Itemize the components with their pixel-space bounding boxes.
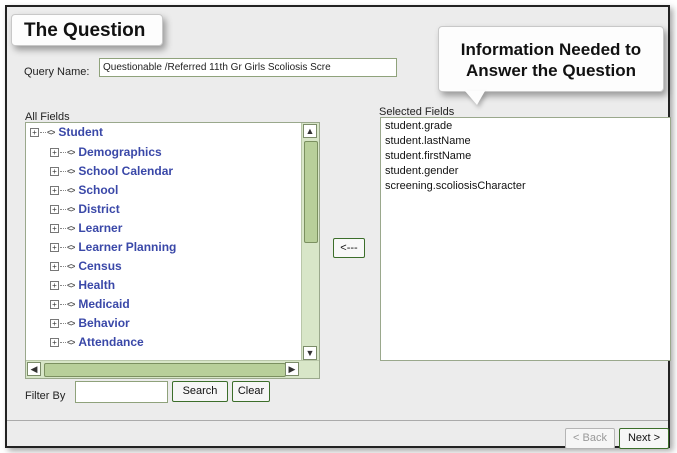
tree-node-label: Demographics — [78, 145, 162, 159]
tree-node-learner-planning[interactable]: + <> Learner Planning — [50, 238, 176, 257]
question-callout: The Question — [11, 14, 163, 46]
selected-field-item[interactable]: student.grade — [385, 119, 666, 134]
info-callout-line2: Answer the Question — [465, 61, 637, 80]
scroll-up-arrow-icon[interactable]: ▲ — [303, 124, 317, 138]
filter-input[interactable] — [75, 381, 168, 403]
field-group-icon: <> — [67, 243, 75, 253]
vertical-scroll-thumb[interactable] — [304, 141, 318, 243]
expand-icon[interactable]: + — [30, 128, 39, 138]
move-field-left-button[interactable]: <--- — [333, 238, 365, 258]
tree-node-student[interactable]: + <> Student — [30, 123, 103, 142]
tree-connector — [40, 132, 46, 134]
scroll-down-arrow-icon[interactable]: ▼ — [303, 346, 317, 360]
selected-field-item[interactable]: student.firstName — [385, 149, 666, 164]
tree-connector — [60, 171, 66, 173]
expand-icon[interactable]: + — [50, 338, 59, 348]
selected-fields-list[interactable]: student.grade student.lastName student.fir… — [380, 117, 671, 361]
field-group-icon: <> — [67, 186, 75, 196]
tree-connector — [60, 209, 66, 211]
field-group-icon: <> — [47, 128, 55, 138]
tree-node-behavior[interactable]: + <> Behavior — [50, 314, 130, 333]
tree-node-medicaid[interactable]: + <> Medicaid — [50, 295, 130, 314]
filter-by-label: Filter By — [25, 390, 66, 402]
tree-connector — [60, 323, 66, 325]
question-callout-text: The Question — [24, 20, 146, 41]
tree-connector — [60, 190, 66, 192]
tree-node-label: Medicaid — [78, 297, 130, 311]
selected-field-item[interactable]: screening.scoliosisCharacter — [385, 179, 666, 194]
next-button[interactable]: Next > — [619, 428, 669, 449]
info-callout-line1: Information Needed to — [460, 40, 642, 59]
tree-connector — [60, 228, 66, 230]
tree-node-health[interactable]: + <> Health — [50, 276, 115, 295]
tree-node-label: Student — [58, 125, 104, 139]
selected-field-item[interactable]: student.gender — [385, 164, 666, 179]
expand-icon[interactable]: + — [50, 167, 59, 177]
tree-connector — [60, 285, 66, 287]
tree-node-demographics[interactable]: + <> Demographics — [50, 143, 162, 162]
tree-node-label: Learner — [78, 221, 123, 235]
scroll-right-arrow-icon[interactable]: ▶ — [285, 362, 299, 376]
expand-icon[interactable]: + — [50, 186, 59, 196]
field-group-icon: <> — [67, 224, 75, 234]
tree-node-label: Attendance — [78, 335, 144, 349]
expand-icon[interactable]: + — [50, 243, 59, 253]
tree-connector — [60, 247, 66, 249]
tree-node-census[interactable]: + <> Census — [50, 257, 122, 276]
tree-horizontal-scrollbar[interactable]: ◀ ▶ — [26, 360, 319, 378]
expand-icon[interactable]: + — [50, 224, 59, 234]
tree-connector — [60, 342, 66, 344]
horizontal-scroll-thumb[interactable] — [44, 363, 286, 377]
field-group-icon: <> — [67, 167, 75, 177]
back-button[interactable]: < Back — [565, 428, 615, 449]
tree-node-school-calendar[interactable]: + <> School Calendar — [50, 162, 173, 181]
all-fields-tree[interactable]: + <> Student + <> Demographics + <> School Cale… — [25, 122, 320, 379]
footer-divider — [7, 420, 668, 421]
tree-connector — [60, 152, 66, 154]
tree-node-label: Behavior — [78, 316, 130, 330]
tree-node-label: Health — [78, 278, 116, 292]
tree-connector — [60, 304, 66, 306]
expand-icon[interactable]: + — [50, 319, 59, 329]
tree-connector — [60, 266, 66, 268]
info-needed-callout: Information Needed to Answer the Questio… — [438, 26, 664, 92]
query-name-label: Query Name: — [24, 66, 90, 78]
tree-node-label: School Calendar — [78, 164, 174, 178]
tree-node-district[interactable]: + <> District — [50, 200, 120, 219]
tree-node-learner[interactable]: + <> Learner — [50, 219, 122, 238]
selected-field-item[interactable]: student.lastName — [385, 134, 666, 149]
tree-vertical-scrollbar[interactable]: ▲ ▼ — [301, 123, 319, 361]
field-group-icon: <> — [67, 319, 75, 329]
tree-node-school[interactable]: + <> School — [50, 181, 118, 200]
expand-icon[interactable]: + — [50, 281, 59, 291]
field-group-icon: <> — [67, 205, 75, 215]
scroll-left-arrow-icon[interactable]: ◀ — [27, 362, 41, 376]
expand-icon[interactable]: + — [50, 262, 59, 272]
tree-node-label: Census — [78, 259, 122, 273]
field-group-icon: <> — [67, 300, 75, 310]
expand-icon[interactable]: + — [50, 300, 59, 310]
tree-node-label: School — [78, 183, 119, 197]
search-button[interactable]: Search — [172, 381, 228, 402]
field-group-icon: <> — [67, 148, 75, 158]
expand-icon[interactable]: + — [50, 148, 59, 158]
tree-node-label: District — [78, 202, 120, 216]
field-group-icon: <> — [67, 281, 75, 291]
tree-node-label: Learner Planning — [78, 240, 177, 254]
expand-icon[interactable]: + — [50, 205, 59, 215]
field-group-icon: <> — [67, 262, 75, 272]
clear-button[interactable]: Clear — [232, 381, 270, 402]
query-name-input[interactable] — [99, 58, 397, 77]
field-group-icon: <> — [67, 338, 75, 348]
tree-node-attendance[interactable]: + <> Attendance — [50, 333, 144, 352]
